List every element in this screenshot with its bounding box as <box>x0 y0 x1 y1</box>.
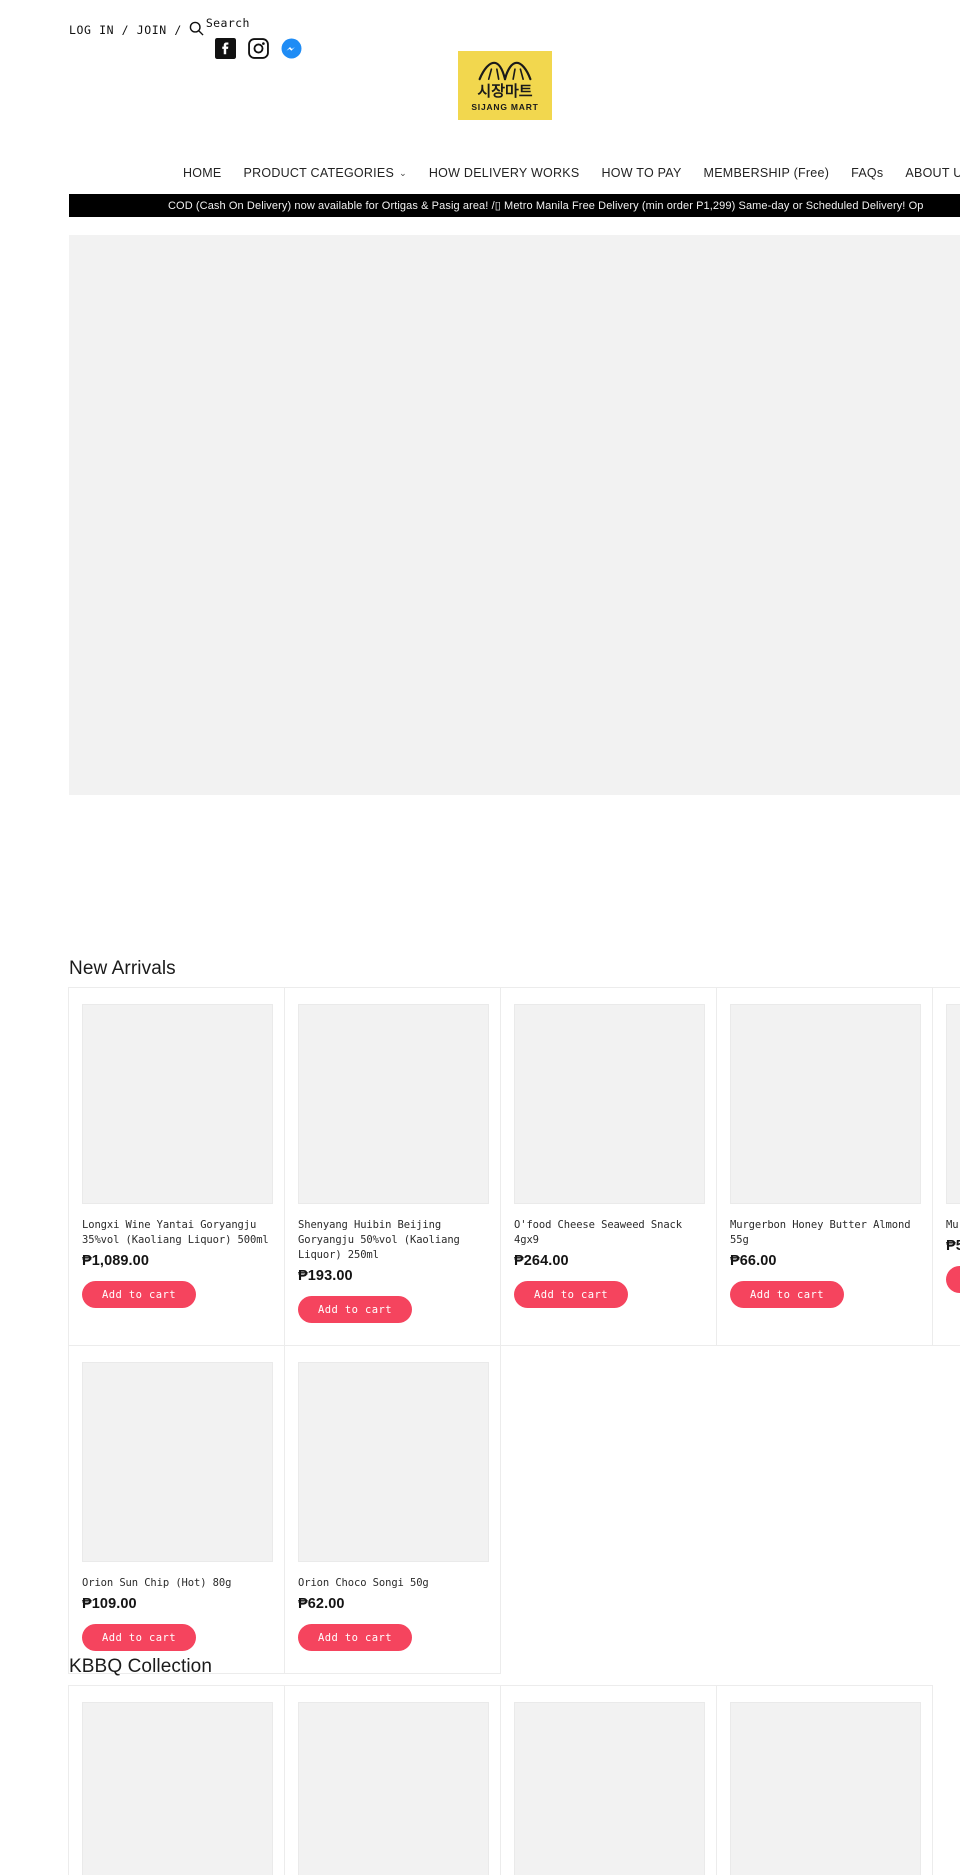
nav-label: HOME <box>183 166 222 180</box>
product-image[interactable] <box>514 1004 705 1204</box>
announcement-bar: COD (Cash On Delivery) now available for… <box>69 194 960 217</box>
product-card[interactable] <box>284 1685 501 1875</box>
add-to-cart-button[interactable]: Add to cart <box>514 1281 628 1308</box>
product-title: Orion Choco Songi 50g <box>298 1577 429 1589</box>
product-title: Longxi Wine Yantai Goryangju 35%vol (Kao… <box>82 1219 269 1246</box>
product-title: Orion Sun Chip (Hot) 80g <box>82 1577 232 1589</box>
nav-label: HOW TO PAY <box>601 166 682 180</box>
add-to-cart-button[interactable]: Add to cart <box>730 1281 844 1308</box>
nav-label: MEMBERSHIP (Free) <box>703 166 830 180</box>
product-title: Murgerbon Honey Butter Almond 55g <box>730 1219 917 1246</box>
nav-item-faqs[interactable]: FAQs <box>851 166 883 180</box>
product-grid-new-arrivals: Longxi Wine Yantai Goryangju 35%vol (Kao… <box>68 987 960 1674</box>
product-image[interactable] <box>514 1702 705 1875</box>
product-image[interactable] <box>946 1004 960 1204</box>
market-roof-icon <box>476 60 534 82</box>
product-price: ₱66.00 <box>730 1253 777 1269</box>
nav-item-about-us[interactable]: ABOUT US <box>905 166 960 180</box>
product-card[interactable] <box>716 1685 933 1875</box>
product-image[interactable] <box>82 1702 273 1875</box>
product-card[interactable]: Orion Sun Chip (Hot) 80g ₱109.00 Add to … <box>68 1345 285 1674</box>
product-price: ₱264.00 <box>514 1253 569 1269</box>
utility-bar: LOG IN / JOIN / Search <box>69 16 250 38</box>
product-card[interactable] <box>68 1685 285 1875</box>
facebook-icon[interactable] <box>215 38 236 59</box>
product-grid-kbbq-collection <box>68 1685 960 1875</box>
logo-english-text: SIJANG MART <box>471 101 539 112</box>
nav-label: PRODUCT CATEGORIES <box>243 166 395 180</box>
product-image[interactable] <box>298 1004 489 1204</box>
product-image[interactable] <box>82 1362 273 1562</box>
product-card[interactable]: Orion Choco Songi 50g ₱62.00 Add to cart <box>284 1345 501 1674</box>
product-price: ₱109.00 <box>82 1596 137 1612</box>
product-card[interactable] <box>500 1685 717 1875</box>
nav-label: HOW DELIVERY WORKS <box>428 166 580 180</box>
product-image[interactable] <box>730 1004 921 1204</box>
product-price: ₱193.00 <box>298 1268 353 1284</box>
chevron-down-icon: ⌄ <box>399 167 407 178</box>
add-to-cart-button[interactable]: Add to cart <box>298 1624 412 1651</box>
messenger-icon[interactable] <box>281 38 302 59</box>
section-title-new-arrivals: New Arrivals <box>69 958 176 979</box>
add-to-cart-button[interactable]: Add to cart <box>946 1266 960 1293</box>
product-card[interactable]: Murgerbon Coffee Peanuts 55g ₱59.00 Add … <box>932 987 960 1346</box>
product-image[interactable] <box>298 1362 489 1562</box>
add-to-cart-button[interactable]: Add to cart <box>82 1624 196 1651</box>
product-image[interactable] <box>298 1702 489 1875</box>
product-card[interactable]: Longxi Wine Yantai Goryangju 35%vol (Kao… <box>68 987 285 1346</box>
product-card[interactable]: O'food Cheese Seaweed Snack 4gx9 ₱264.00… <box>500 987 717 1346</box>
product-price: ₱62.00 <box>298 1596 345 1612</box>
search-control[interactable]: Search <box>189 16 250 36</box>
nav-item-how-to-pay[interactable]: HOW TO PAY <box>601 166 681 180</box>
site-logo[interactable]: 시장마트 SIJANG MART <box>458 51 552 120</box>
product-card[interactable]: Murgerbon Honey Butter Almond 55g ₱66.00… <box>716 987 933 1346</box>
add-to-cart-button[interactable]: Add to cart <box>298 1296 412 1323</box>
login-join-links[interactable]: LOG IN / JOIN / <box>69 16 182 38</box>
product-title: Murgerbon Coffee Peanuts 55g <box>946 1219 960 1231</box>
nav-item-product-categories[interactable]: PRODUCT CATEGORIES ⌄ <box>244 166 407 180</box>
section-title-kbbq-collection: KBBQ Collection <box>69 1656 213 1677</box>
main-navigation: HOME PRODUCT CATEGORIES ⌄ HOW DELIVERY W… <box>0 160 960 186</box>
search-label[interactable]: Search <box>206 16 250 30</box>
add-to-cart-button[interactable]: Add to cart <box>82 1281 196 1308</box>
product-image[interactable] <box>730 1702 921 1875</box>
search-icon[interactable] <box>189 21 204 36</box>
announcement-text: COD (Cash On Delivery) now available for… <box>168 200 924 212</box>
product-card[interactable]: Shenyang Huibin Beijing Goryangju 50%vol… <box>284 987 501 1346</box>
product-price: ₱1,089.00 <box>82 1253 150 1269</box>
product-title: Shenyang Huibin Beijing Goryangju 50%vol… <box>298 1219 466 1261</box>
nav-item-how-delivery-works[interactable]: HOW DELIVERY WORKS <box>429 166 580 180</box>
social-links <box>215 38 302 59</box>
hero-banner-placeholder[interactable] <box>69 235 960 795</box>
product-price: ₱59.00 <box>946 1238 960 1254</box>
nav-label: ABOUT US <box>905 166 960 180</box>
nav-item-home[interactable]: HOME <box>183 166 222 180</box>
nav-label: FAQs <box>851 166 884 180</box>
nav-item-membership[interactable]: MEMBERSHIP (Free) <box>704 166 830 180</box>
product-title: O'food Cheese Seaweed Snack 4gx9 <box>514 1219 689 1246</box>
logo-korean-text: 시장마트 <box>477 81 533 100</box>
site-header: LOG IN / JOIN / Search 시장마트 SIJANG MART <box>0 0 960 172</box>
instagram-icon[interactable] <box>248 38 269 59</box>
product-image[interactable] <box>82 1004 273 1204</box>
